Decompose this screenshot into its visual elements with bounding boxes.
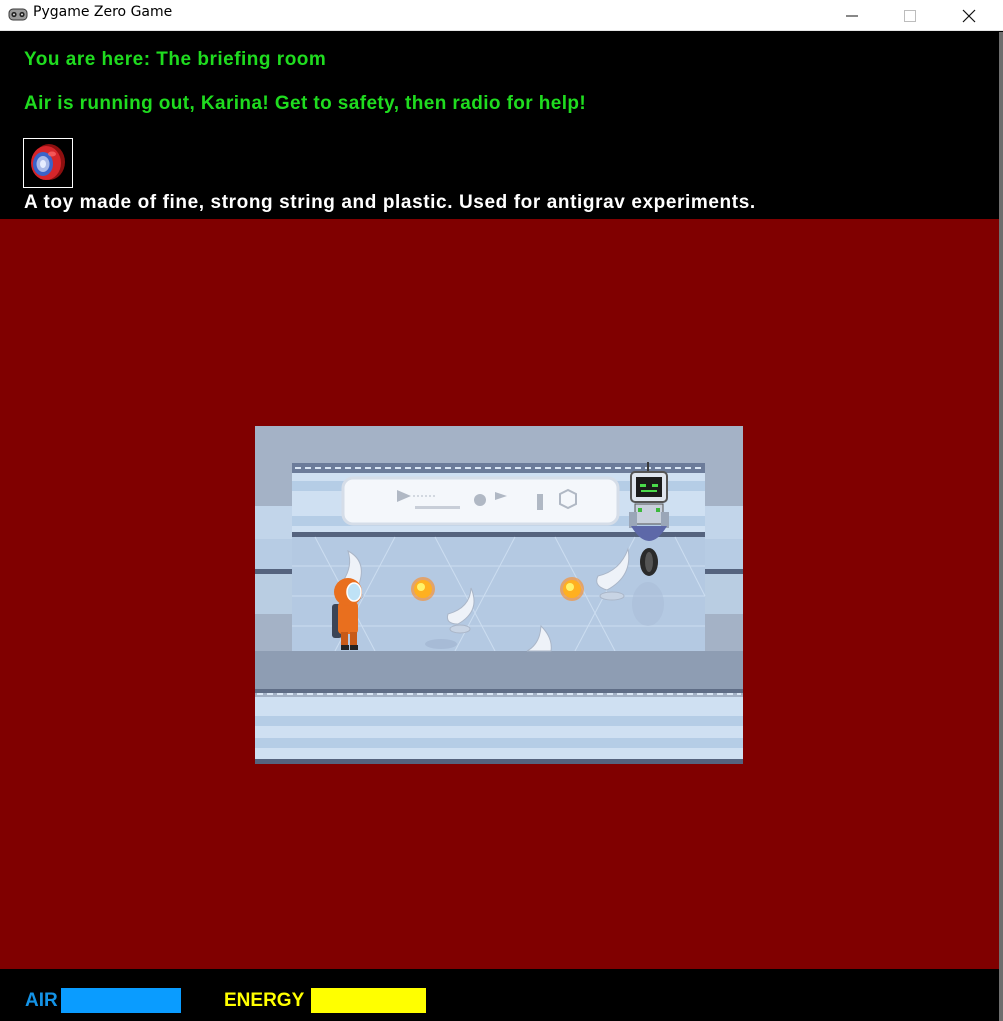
energy-meter: [311, 988, 426, 1013]
window-border: [999, 32, 1003, 1021]
maximize-button[interactable]: [881, 0, 939, 31]
bottom-wall: [255, 651, 743, 689]
status-bar: AIR ENERGY: [0, 969, 999, 1021]
briefing-room-scene[interactable]: [255, 426, 743, 764]
selected-item-slot[interactable]: [23, 138, 73, 188]
close-button[interactable]: [940, 0, 998, 31]
energy-label: ENERGY: [224, 990, 305, 1011]
warning-message: Air is running out, Karina! Get to safet…: [24, 93, 587, 114]
close-icon: [962, 9, 976, 22]
window-title: Pygame Zero Game: [33, 4, 173, 20]
window-titlebar[interactable]: Pygame Zero Game: [0, 0, 1003, 31]
gamepad-icon: [8, 8, 28, 21]
energy-ball: [411, 577, 435, 601]
air-meter: [61, 988, 181, 1013]
item-description: A toy made of fine, strong string and pl…: [24, 192, 756, 213]
game-window[interactable]: You are here: The briefing room Air is r…: [0, 32, 999, 1021]
minimize-icon: [846, 15, 858, 16]
minimize-button[interactable]: [823, 0, 881, 31]
briefing-screen: [341, 476, 620, 526]
yoyo-icon: [31, 144, 65, 180]
maximize-icon: [904, 9, 916, 22]
air-label: AIR: [25, 990, 58, 1011]
play-area[interactable]: [0, 219, 999, 969]
location-text: You are here: The briefing room: [24, 49, 327, 70]
energy-ball: [560, 577, 584, 601]
